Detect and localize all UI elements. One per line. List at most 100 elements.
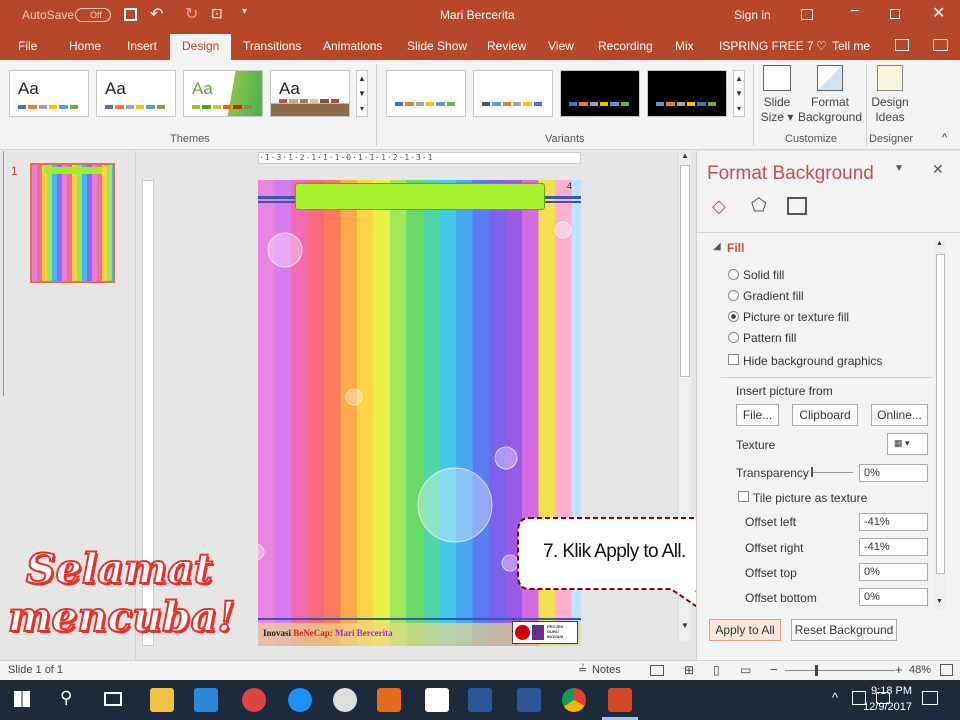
pane-scroll-up-icon[interactable]: ▲ — [936, 240, 943, 247]
scroll-up-icon[interactable]: ▲ — [681, 151, 689, 160]
pane-scrollbar[interactable]: ▲ ▼ — [935, 240, 946, 610]
variant-3[interactable] — [560, 70, 640, 117]
online-button[interactable]: Online... — [871, 404, 928, 426]
apply-to-all-button[interactable]: Apply to All — [709, 619, 781, 641]
pane-scroll-thumb[interactable] — [936, 254, 945, 574]
format-background-button[interactable]: Format Background — [797, 65, 863, 125]
variant-4[interactable] — [647, 70, 727, 117]
restore-icon[interactable] — [890, 9, 900, 19]
tab-view[interactable]: View — [548, 39, 574, 53]
hide-bg-checkbox[interactable] — [728, 354, 739, 365]
share-icon[interactable] — [895, 39, 909, 51]
variant-1[interactable] — [386, 70, 466, 117]
redo-icon[interactable]: ↻ — [185, 4, 198, 24]
fill-icon[interactable]: ◇ — [712, 196, 732, 216]
word-icon[interactable] — [468, 688, 492, 712]
tray-chevron-icon[interactable]: ^ — [832, 690, 838, 705]
reading-view-icon[interactable]: ▯ — [713, 663, 720, 677]
file-explorer-icon[interactable] — [150, 688, 174, 712]
zoom-in-icon[interactable]: + — [895, 662, 903, 677]
tab-animations[interactable]: Animations — [323, 39, 382, 53]
tab-recording[interactable]: Recording — [598, 39, 653, 53]
variant-2[interactable] — [473, 70, 553, 117]
radio-gradient-fill[interactable] — [728, 290, 739, 301]
tab-review[interactable]: Review — [487, 39, 526, 53]
offset-bottom-input[interactable]: 0% — [859, 588, 928, 606]
reset-background-button[interactable]: Reset Background — [791, 619, 897, 641]
tab-design[interactable]: Design — [170, 34, 232, 60]
hide-bg-label[interactable]: Hide background graphics — [743, 354, 882, 368]
clock-time[interactable]: 9:18 PM — [862, 685, 912, 697]
fit-slide-icon[interactable] — [940, 664, 953, 676]
zoom-out-icon[interactable]: − — [770, 662, 778, 677]
theme-integral[interactable]: Aa — [270, 70, 350, 117]
texture-picker[interactable]: ▦ ▾ — [887, 433, 928, 455]
ribbon-display-icon[interactable] — [801, 9, 813, 20]
option-solid-fill[interactable]: Solid fill — [743, 268, 784, 282]
tell-me-box[interactable]: Tell me — [832, 39, 870, 53]
pane-options-icon[interactable]: ▼ — [894, 163, 904, 174]
option-gradient-fill[interactable]: Gradient fill — [743, 289, 804, 303]
zoom-level[interactable]: 48% — [909, 664, 931, 676]
option-pattern-fill[interactable]: Pattern fill — [743, 331, 796, 345]
tab-insert[interactable]: Insert — [127, 39, 157, 53]
notifications-icon[interactable] — [922, 691, 938, 705]
slide-sorter-icon[interactable]: ⊞ — [684, 663, 694, 677]
offset-right-input[interactable]: -41% — [859, 538, 928, 556]
collapse-ribbon-icon[interactable]: ^ — [942, 132, 947, 144]
variants-scroll[interactable]: ▲ ▼ ▾ — [733, 70, 745, 117]
tab-home[interactable]: Home — [69, 39, 101, 53]
notes-icon[interactable]: ≟ — [578, 663, 587, 676]
pane-close-icon[interactable]: ✕ — [932, 161, 944, 178]
search-icon[interactable]: ⚲ — [60, 688, 72, 708]
clock-date[interactable]: 12/9/2017 — [855, 701, 912, 713]
themes-scroll[interactable]: ▲ ▼ ▾ — [356, 70, 368, 117]
slideshow-icon[interactable]: ▭ — [740, 663, 751, 677]
save-icon[interactable] — [124, 8, 137, 21]
present-icon[interactable]: ⊡ — [211, 5, 223, 22]
zoom-slider-thumb[interactable] — [815, 665, 818, 676]
transparency-input[interactable]: 0% — [859, 464, 928, 482]
pin-icon[interactable] — [242, 688, 266, 712]
autosave-toggle[interactable]: Off — [75, 8, 111, 22]
theme-office[interactable]: Aa — [9, 70, 89, 117]
theme-facet[interactable]: Aa — [183, 70, 263, 117]
normal-view-icon[interactable] — [650, 665, 664, 676]
notes-button[interactable]: Notes — [592, 664, 621, 676]
chrome-icon[interactable] — [562, 688, 586, 712]
clock-app-icon[interactable] — [333, 688, 357, 712]
zoom-slider[interactable] — [785, 670, 895, 671]
media-icon[interactable] — [377, 688, 401, 712]
sign-in-link[interactable]: Sign in — [734, 8, 771, 22]
effects-icon[interactable]: ⬠ — [751, 195, 767, 216]
clipboard-button[interactable]: Clipboard — [792, 404, 858, 426]
task-view-icon[interactable] — [104, 692, 122, 706]
powerpoint-icon[interactable] — [608, 688, 632, 712]
radio-solid-fill[interactable] — [728, 269, 739, 280]
comments-icon[interactable] — [933, 39, 948, 51]
tab-mix[interactable]: Mix — [675, 39, 694, 53]
picture-icon[interactable] — [787, 197, 807, 215]
store-icon[interactable] — [194, 688, 218, 712]
tile-checkbox[interactable] — [738, 491, 749, 502]
collapse-fill-icon[interactable]: ◢ — [713, 241, 721, 252]
radio-picture-fill[interactable] — [728, 311, 739, 322]
slide-title-banner[interactable] — [295, 183, 545, 210]
close-icon[interactable]: ✕ — [932, 3, 945, 23]
radio-pattern-fill[interactable] — [728, 332, 739, 343]
offset-top-input[interactable]: 0% — [859, 563, 928, 581]
fill-section-header[interactable]: Fill — [727, 241, 744, 255]
minimize-icon[interactable]: − — [850, 3, 859, 21]
transparency-slider-thumb[interactable] — [811, 467, 813, 477]
undo-icon[interactable]: ↶ — [150, 4, 163, 24]
theme-office-2[interactable]: Aa — [96, 70, 176, 117]
word-icon-2[interactable] — [517, 688, 541, 712]
slide-size-button[interactable]: Slide Size ▾ — [758, 65, 796, 125]
tab-transitions[interactable]: Transitions — [243, 39, 301, 53]
mail-icon[interactable] — [425, 688, 449, 712]
design-ideas-button[interactable]: Design Ideas — [869, 65, 911, 125]
option-picture-fill[interactable]: Picture or texture fill — [743, 310, 849, 324]
tab-ispring[interactable]: ISPRING FREE 7 — [719, 39, 814, 53]
transparency-slider[interactable] — [811, 472, 853, 473]
tab-file[interactable]: File — [18, 39, 37, 53]
